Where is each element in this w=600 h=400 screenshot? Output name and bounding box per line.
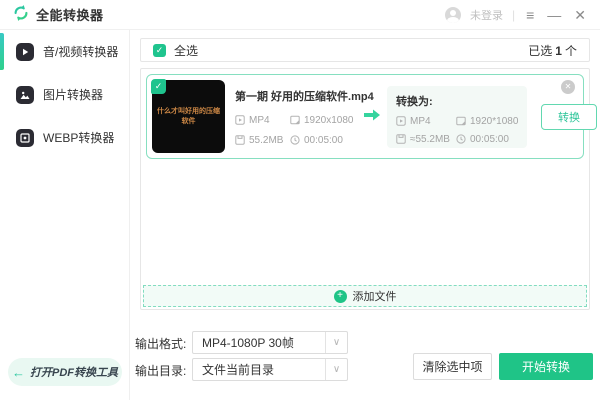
output-dir-select[interactable]: 文件当前目录 ∨ <box>192 358 348 381</box>
selected-count: 已选 1 个 <box>528 42 577 59</box>
user-avatar[interactable] <box>444 6 461 23</box>
source-size: 55.2MB <box>235 135 290 146</box>
output-format-select[interactable]: MP4-1080P 30帧 ∨ <box>192 331 348 354</box>
resolution-icon <box>290 115 300 125</box>
remove-file-icon[interactable]: ✕ <box>561 80 575 94</box>
output-format-label: 输出格式: <box>135 337 187 351</box>
main-area: ✓ 全选 已选 1 个 ✓ 什么才叫好用的压缩软件 第一期 好用的压缩软件.mp4 … <box>130 30 600 400</box>
duration-icon <box>456 134 466 144</box>
back-arrow-icon: ← <box>12 364 25 380</box>
file-card: ✓ 什么才叫好用的压缩软件 第一期 好用的压缩软件.mp4 MP4 1920x1… <box>146 74 597 159</box>
webp-converter-icon <box>16 128 34 147</box>
target-format: MP4 <box>396 116 456 127</box>
video-converter-icon <box>16 42 34 61</box>
file-checkbox[interactable]: ✓ <box>151 79 166 94</box>
add-files-button[interactable]: + 添加文件 <box>143 285 587 307</box>
output-dir-label: 输出目录: <box>135 364 187 378</box>
format-icon <box>396 116 406 126</box>
select-all-label: 全选 <box>174 43 199 58</box>
select-all-bar: ✓ 全选 已选 1 个 <box>140 38 590 62</box>
title-bar: 全能转换器 未登录 | ≡ — ✕ <box>0 0 600 30</box>
thumbnail-text: 什么才叫好用的压缩软件 <box>157 108 220 125</box>
convert-button[interactable]: 转换 <box>541 103 597 130</box>
target-size: ≈55.2MB <box>396 134 456 145</box>
selected-count-number: 1 <box>555 43 562 58</box>
source-resolution: 1920x1080 <box>290 115 363 126</box>
plus-icon: + <box>333 289 347 303</box>
add-files-label: 添加文件 <box>352 291 397 303</box>
app-logo: 全能转换器 <box>12 4 104 25</box>
size-icon <box>235 135 245 145</box>
output-format-value: MP4-1080P 30帧 <box>202 336 294 350</box>
pdf-tool-label: 打开PDF转换工具 <box>30 367 118 379</box>
sidebar: 音/视频转换器 图片转换器 WEBP转换器 ← 打开PDF转换工具 <box>0 30 130 400</box>
sidebar-item-label: 图片转换器 <box>43 88 104 102</box>
size-icon <box>396 134 406 144</box>
source-format: MP4 <box>235 115 290 126</box>
sidebar-item-label: 音/视频转换器 <box>43 45 119 59</box>
output-dir-value: 文件当前目录 <box>202 363 275 377</box>
format-icon <box>235 115 245 125</box>
chevron-down-icon: ∨ <box>325 359 347 380</box>
start-convert-button[interactable]: 开始转换 <box>499 353 593 380</box>
target-duration: 00:05:00 <box>456 134 518 145</box>
clear-selected-button[interactable]: 清除选中项 <box>413 353 492 380</box>
convert-arrow-icon <box>363 108 381 125</box>
file-target-info: 转换为: MP4 1920*1080 ≈55.2MB 00:05:00 <box>387 85 527 148</box>
file-source-info: 第一期 好用的压缩软件.mp4 MP4 1920x1080 55.2MB 00:… <box>235 88 374 146</box>
titlebar-divider: | <box>511 7 516 22</box>
selected-count-prefix: 已选 <box>528 43 553 58</box>
target-label: 转换为: <box>396 95 433 108</box>
resolution-icon <box>456 116 466 126</box>
close-icon[interactable]: ✕ <box>572 8 588 22</box>
image-converter-icon <box>16 85 34 104</box>
file-name: 第一期 好用的压缩软件.mp4 <box>235 90 374 103</box>
sidebar-item-image-converter[interactable]: 图片转换器 <box>0 73 129 116</box>
app-logo-icon <box>12 4 30 25</box>
open-pdf-tool-button[interactable]: ← 打开PDF转换工具 <box>8 358 122 386</box>
chevron-down-icon: ∨ <box>325 332 347 353</box>
sidebar-item-av-converter[interactable]: 音/视频转换器 <box>0 30 129 73</box>
login-status[interactable]: 未登录 <box>470 7 503 23</box>
file-list: ✓ 什么才叫好用的压缩软件 第一期 好用的压缩软件.mp4 MP4 1920x1… <box>140 68 597 310</box>
source-duration: 00:05:00 <box>290 135 363 146</box>
select-all-checkbox[interactable]: ✓ <box>153 43 166 57</box>
menu-icon[interactable]: ≡ <box>524 8 536 22</box>
target-resolution: 1920*1080 <box>456 116 518 127</box>
duration-icon <box>290 135 300 145</box>
sidebar-item-label: WEBP转换器 <box>43 131 115 145</box>
minimize-icon[interactable]: — <box>545 8 563 22</box>
selected-count-suffix: 个 <box>564 43 577 58</box>
sidebar-item-webp-converter[interactable]: WEBP转换器 <box>0 116 129 159</box>
app-title: 全能转换器 <box>36 8 104 23</box>
